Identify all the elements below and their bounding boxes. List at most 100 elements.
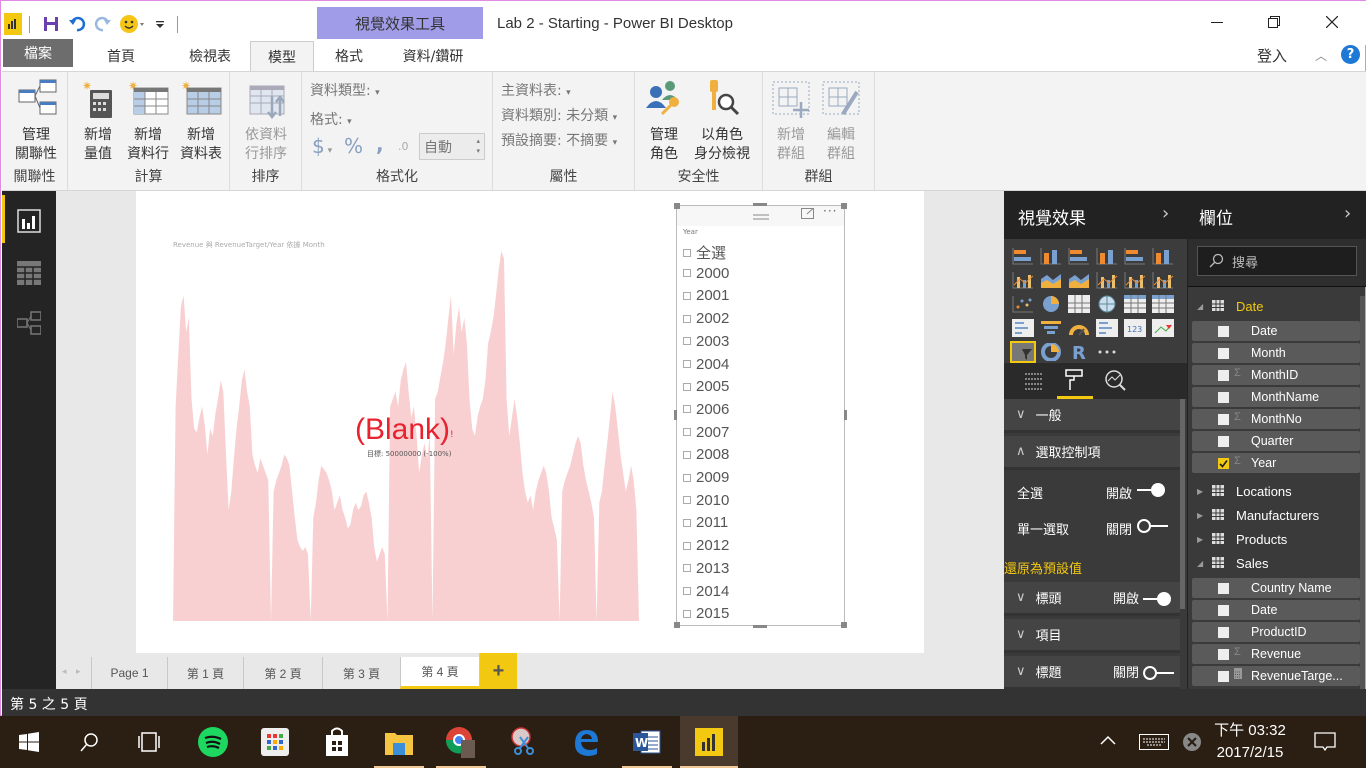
relationships-view-button[interactable] (2, 297, 56, 349)
restore-button[interactable] (1251, 9, 1297, 35)
slicer-item[interactable]: 2002 (683, 310, 729, 327)
header-toggle[interactable] (1142, 592, 1174, 606)
system-clock[interactable]: 下午 03:32 2017/2/15 (1210, 720, 1290, 764)
decimal-places-stepper[interactable]: 自動 ▴ ▾ (419, 133, 485, 160)
undo-icon[interactable] (67, 13, 87, 35)
save-icon[interactable] (41, 13, 61, 35)
checkbox[interactable] (683, 518, 691, 527)
add-page-button[interactable]: + (479, 653, 517, 689)
resize-handle[interactable] (674, 622, 680, 628)
action-center-button[interactable] (1314, 732, 1336, 756)
field-item[interactable]: ProductID (1192, 622, 1360, 642)
help-icon[interactable]: ? (1341, 45, 1360, 64)
field-table-manufacturers[interactable]: ▶ Manufacturers (1188, 504, 1360, 526)
format-section-header[interactable]: ∨ 標頭 開啟 (1004, 582, 1180, 616)
title-toggle[interactable] (1142, 666, 1174, 680)
slicer-icon[interactable] (1010, 341, 1036, 363)
format-pane-scrollbar[interactable] (1180, 399, 1185, 609)
checkbox[interactable] (683, 382, 691, 391)
slicer-item[interactable]: 2008 (683, 446, 729, 463)
page-tab[interactable]: Page 1 (91, 657, 167, 689)
slicer-item[interactable]: 2001 (683, 287, 729, 304)
donut-icon[interactable] (1040, 342, 1062, 362)
percent-format-button[interactable]: % (344, 134, 363, 158)
checkbox[interactable] (683, 405, 691, 414)
focus-mode-icon[interactable] (801, 208, 815, 224)
year-slicer[interactable]: ··· Year 全選 2000 2001 2002 2003 2004 2005 2006 2… (676, 204, 845, 626)
checkbox[interactable] (1218, 583, 1229, 594)
manage-roles-button[interactable]: 管理 角色 (641, 78, 687, 164)
checkbox[interactable] (1218, 348, 1229, 359)
slicer-item[interactable]: 2011 (683, 514, 728, 531)
gauge-icon[interactable] (1068, 319, 1090, 337)
data-category-dropdown[interactable]: 資料類別: 未分類 ▾ (501, 105, 617, 125)
home-table-dropdown[interactable]: 主資料表: ▾ (501, 80, 571, 100)
spotify-app[interactable] (184, 716, 242, 768)
touch-keyboard-button[interactable] (1139, 734, 1169, 754)
field-item[interactable]: MonthName (1192, 387, 1360, 407)
collapse-ribbon-icon[interactable]: ︿ (1315, 47, 1327, 64)
slicer-item[interactable]: 2003 (683, 333, 729, 350)
checkbox[interactable] (1218, 326, 1229, 337)
field-item[interactable]: Σ MonthNo (1192, 409, 1360, 429)
resize-handle[interactable] (844, 410, 847, 420)
snipping-tool-app[interactable] (494, 716, 552, 768)
new-column-button[interactable]: ✷ 新增 資料行 (122, 78, 174, 164)
default-summarization-dropdown[interactable]: 預設摘要: 不摘要 ▾ (501, 130, 617, 150)
more-options-icon[interactable]: ··· (823, 204, 837, 218)
line-chart-icon[interactable] (1012, 271, 1034, 289)
ribbon-chart-icon[interactable] (1152, 271, 1174, 289)
page-tab[interactable]: 第 2 頁 (243, 657, 322, 689)
edge-app[interactable] (556, 716, 614, 768)
field-table-locations[interactable]: ▶ Locations (1188, 480, 1360, 502)
smiley-feedback-icon[interactable] (119, 13, 145, 35)
checkbox[interactable] (683, 473, 691, 482)
line-stacked-column-icon[interactable] (1124, 271, 1146, 289)
currency-format-button[interactable]: $ ▾ (312, 134, 332, 158)
search-button[interactable] (60, 716, 118, 768)
table-icon[interactable] (1124, 295, 1146, 313)
checkbox[interactable] (1218, 649, 1229, 660)
manage-relationships-button[interactable]: 管理 關聯性 (8, 78, 64, 164)
app-launcher[interactable] (246, 716, 304, 768)
format-dropdown[interactable]: 格式: ▾ (310, 109, 352, 129)
power-bi-app[interactable] (680, 716, 738, 768)
drag-handle-icon[interactable] (753, 210, 769, 225)
page-tab[interactable]: 第 3 頁 (322, 657, 400, 689)
network-status-icon[interactable] (1183, 733, 1201, 755)
fields-scrollbar[interactable] (1360, 296, 1365, 689)
clustered-bar-icon[interactable] (1068, 247, 1090, 265)
scroll-tabs-left-icon[interactable]: ◂ (62, 667, 67, 677)
sign-in-link[interactable]: 登入 (1257, 45, 1287, 66)
data-type-dropdown[interactable]: 資料類型: ▾ (310, 80, 380, 100)
slicer-item[interactable]: 2005 (683, 378, 729, 395)
100-stacked-column-icon[interactable] (1152, 247, 1174, 265)
checkbox[interactable] (683, 564, 691, 573)
field-item[interactable]: Date (1192, 600, 1360, 620)
field-item[interactable]: Σ MonthID (1192, 365, 1360, 385)
slicer-item[interactable]: 2013 (683, 560, 729, 577)
field-item[interactable]: Month (1192, 343, 1360, 363)
field-table-products[interactable]: ▶ Products (1188, 528, 1360, 550)
page-tab[interactable]: 第 1 頁 (167, 657, 243, 689)
new-table-button[interactable]: ✷ 新增 資料表 (174, 78, 228, 164)
filled-map-icon[interactable] (1012, 319, 1034, 337)
line-clustered-column-icon[interactable] (1096, 271, 1118, 289)
checkbox[interactable] (683, 541, 691, 550)
slicer-item[interactable]: 2000 (683, 265, 729, 282)
pie-chart-icon[interactable] (1040, 295, 1062, 313)
tab-data-drill[interactable]: 資料/鑽研 (387, 41, 479, 70)
report-view-button[interactable] (2, 195, 56, 247)
new-measure-button[interactable]: ✷ 新增 量值 (74, 78, 122, 164)
checkbox[interactable] (683, 248, 691, 257)
matrix-icon[interactable] (1152, 295, 1174, 313)
stacked-bar-icon[interactable] (1012, 247, 1034, 265)
file-explorer-app[interactable] (370, 716, 428, 768)
resize-handle[interactable] (674, 410, 677, 420)
slicer-item[interactable]: 2009 (683, 469, 729, 486)
decimal-button[interactable]: .0 (398, 140, 409, 153)
collapsed-triangle-icon[interactable]: ▶ (1197, 487, 1203, 496)
field-table-date[interactable]: ◢ Date (1188, 295, 1360, 317)
slicer-item[interactable]: 2012 (683, 537, 729, 554)
card-icon[interactable]: 123 (1124, 319, 1146, 337)
